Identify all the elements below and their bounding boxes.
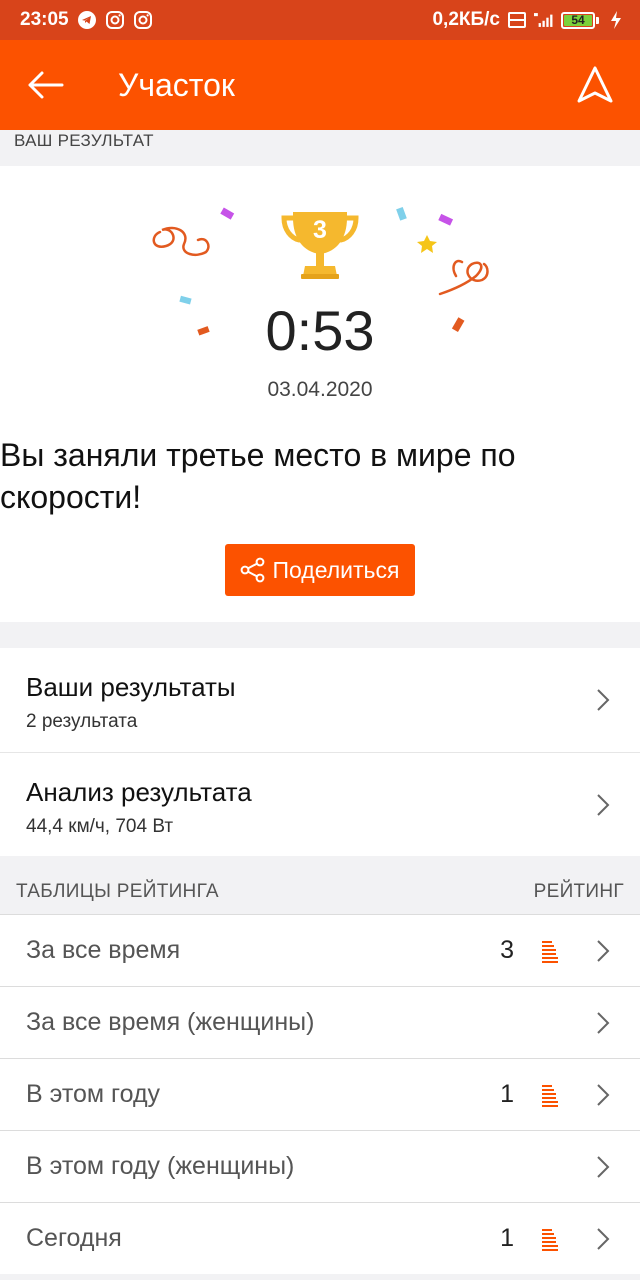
- page-title: Участок: [118, 66, 235, 103]
- leaderboard-rank: 1: [500, 1080, 514, 1108]
- list-item-subtitle: 2 результата: [26, 711, 138, 732]
- leaderboard-row[interactable]: Сегодня 1: [0, 1202, 640, 1274]
- leaderboard-icon: [542, 1229, 558, 1251]
- result-card: 3 0:53 03.04.2020 Вы заняли третье место…: [0, 166, 640, 622]
- chevron-right-icon: [597, 1084, 610, 1106]
- navigation-arrow-icon: [577, 66, 613, 103]
- arrow-left-icon: [28, 71, 64, 99]
- status-bar: 23:05 0,2КБ/с 54: [0, 0, 640, 40]
- chevron-right-icon: [597, 1228, 610, 1250]
- share-button[interactable]: Поделиться: [225, 544, 415, 596]
- battery-icon: 54: [561, 11, 599, 29]
- navigate-button[interactable]: [550, 40, 640, 130]
- chevron-right-icon: [597, 794, 610, 816]
- your-results-item[interactable]: Ваши результаты 2 результата: [0, 648, 640, 752]
- list-item-title: Анализ результата: [26, 777, 252, 807]
- leaderboard-row[interactable]: За все время 3: [0, 914, 640, 986]
- instagram-icon: [133, 10, 153, 30]
- result-date: 03.04.2020: [267, 378, 373, 401]
- trophy-rank: 3: [313, 216, 327, 244]
- result-section-label: ВАШ РЕЗУЛЬТАТ: [14, 131, 154, 150]
- chevron-right-icon: [597, 940, 610, 962]
- result-time: 0:53: [265, 299, 375, 362]
- chevron-right-icon: [597, 1156, 610, 1178]
- chevron-right-icon: [597, 689, 610, 711]
- result-analysis-item[interactable]: Анализ результата 44,4 км/ч, 704 Вт: [0, 752, 640, 856]
- app-toolbar: Участок: [0, 40, 640, 130]
- share-icon: [241, 557, 265, 583]
- instagram-icon: [105, 10, 125, 30]
- leaderboard-rank: 3: [500, 936, 514, 964]
- list-item-subtitle: 44,4 км/ч, 704 Вт: [26, 816, 174, 837]
- telegram-icon: [77, 10, 97, 30]
- result-message: Вы заняли третье место в мире по скорост…: [0, 437, 516, 515]
- volte-icon: [507, 10, 527, 30]
- leaderboard-label: За все время (женщины): [26, 1008, 315, 1036]
- leaderboard-row[interactable]: В этом году 1: [0, 1058, 640, 1130]
- leaderboard-label: В этом году: [26, 1080, 161, 1108]
- leaderboards-header: ТАБЛИЦЫ РЕЙТИНГА РЕЙТИНГ: [0, 872, 640, 912]
- results-links: Ваши результаты 2 результата Анализ резу…: [0, 648, 640, 856]
- leaderboards-list: За все время 3 За все время (женщины) В …: [0, 914, 640, 1274]
- signal-icon: [534, 10, 554, 30]
- list-item-title: Ваши результаты: [26, 672, 236, 702]
- leaderboard-row[interactable]: В этом году (женщины): [0, 1130, 640, 1202]
- leaderboard-label: Сегодня: [26, 1224, 122, 1252]
- battery-level: 54: [564, 14, 592, 26]
- leaderboard-icon: [542, 1085, 558, 1107]
- chevron-right-icon: [597, 1012, 610, 1034]
- rank-column-label: РЕЙТИНГ: [533, 881, 624, 902]
- network-speed: 0,2КБ/с: [432, 9, 500, 30]
- leaderboard-label: За все время: [26, 936, 181, 964]
- charging-icon: [606, 10, 626, 30]
- back-button[interactable]: [0, 40, 90, 130]
- leaderboard-label: В этом году (женщины): [26, 1152, 295, 1180]
- status-time: 23:05: [20, 9, 69, 30]
- leaderboard-row[interactable]: За все время (женщины): [0, 986, 640, 1058]
- leaderboards-title: ТАБЛИЦЫ РЕЙТИНГА: [16, 881, 219, 902]
- share-label: Поделиться: [272, 556, 400, 583]
- leaderboard-rank: 1: [500, 1224, 514, 1252]
- leaderboard-icon: [542, 941, 558, 963]
